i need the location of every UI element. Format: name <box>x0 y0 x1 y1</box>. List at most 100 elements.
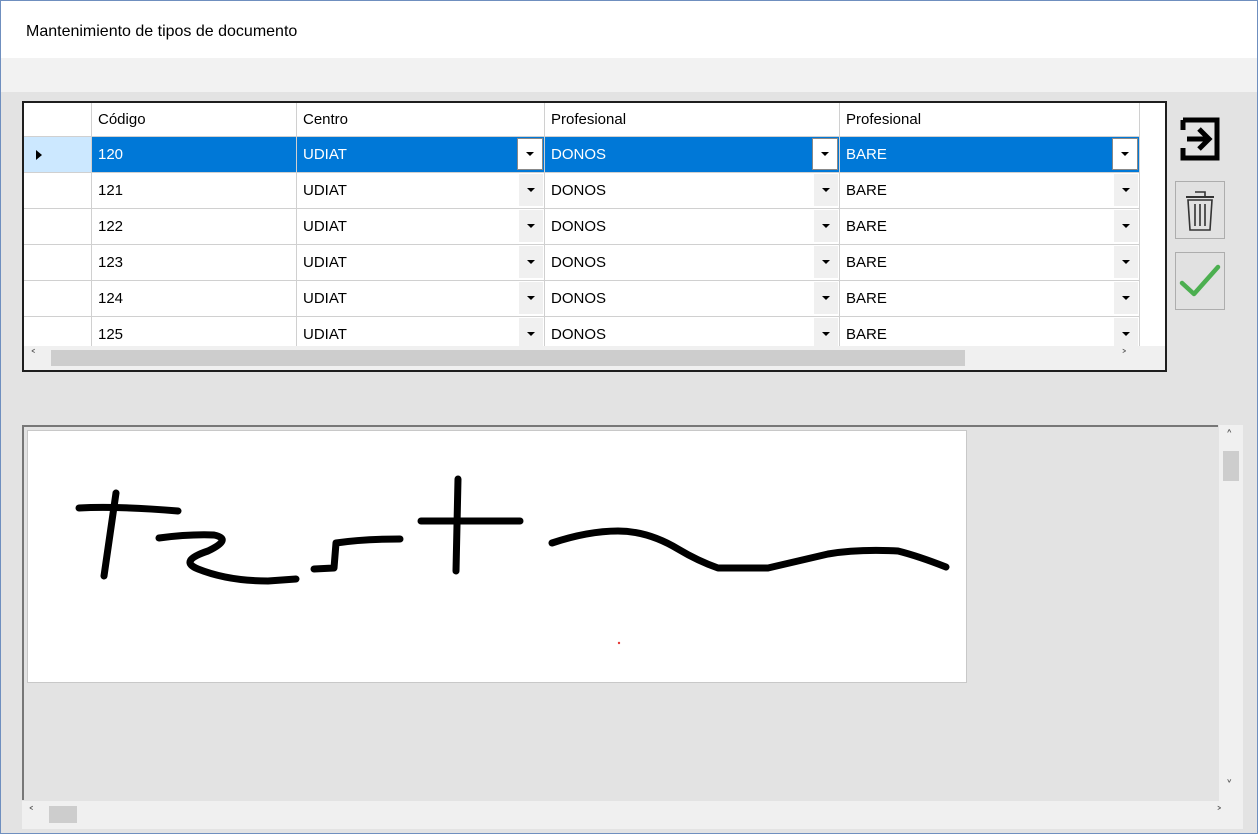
column-header-profesional-1[interactable]: Profesional <box>545 103 840 137</box>
cell-centro-value: UDIAT <box>303 146 347 163</box>
delete-button[interactable] <box>1175 181 1225 239</box>
cell-codigo-value: 122 <box>98 218 124 235</box>
cell-profesional-1[interactable]: DONOS <box>545 173 840 209</box>
grid-hscroll-thumb[interactable] <box>51 350 965 366</box>
document-types-grid[interactable]: Código Centro Profesional Profesional 12… <box>22 101 1167 372</box>
cell-codigo[interactable]: 121 <box>92 173 297 209</box>
cell-profesional-2-value: BARE <box>846 182 887 199</box>
scroll-left-icon[interactable]: ˂ <box>30 349 37 364</box>
grid-horizontal-scrollbar[interactable]: ˂ ˃ <box>24 346 1165 370</box>
dropdown-arrow-icon[interactable] <box>1114 210 1138 242</box>
cell-profesional-1[interactable]: DONOS <box>545 209 840 245</box>
cell-profesional-2-value: BARE <box>846 290 887 307</box>
cell-profesional-2[interactable]: BARE <box>840 173 1140 209</box>
row-header[interactable] <box>24 137 92 173</box>
cell-profesional-1-value: DONOS <box>551 182 607 199</box>
column-header-centro[interactable]: Centro <box>297 103 545 137</box>
cell-centro[interactable]: UDIAT <box>297 137 545 173</box>
cell-centro[interactable]: UDIAT <box>297 281 545 317</box>
cell-profesional-1[interactable]: DONOS <box>545 281 840 317</box>
cell-codigo[interactable]: 123 <box>92 245 297 281</box>
cell-profesional-2[interactable]: BARE <box>840 245 1140 281</box>
sig-scroll-up-icon[interactable]: ˄ <box>1226 429 1233 444</box>
cell-profesional-1-value: DONOS <box>551 218 607 235</box>
cell-profesional-2[interactable]: BARE <box>840 209 1140 245</box>
dropdown-arrow-icon[interactable] <box>519 174 543 206</box>
dropdown-arrow-icon[interactable] <box>812 138 838 170</box>
dropdown-arrow-icon[interactable] <box>814 282 838 314</box>
checkmark-icon <box>1179 264 1221 297</box>
cell-profesional-1-value: DONOS <box>551 146 607 163</box>
cell-centro[interactable]: UDIAT <box>297 245 545 281</box>
cell-profesional-2[interactable]: BARE <box>840 281 1140 317</box>
signature-vertical-scrollbar[interactable]: ˄ ˅ <box>1219 425 1243 801</box>
dropdown-arrow-icon[interactable] <box>519 210 543 242</box>
dropdown-arrow-icon[interactable] <box>1114 246 1138 278</box>
row-header[interactable] <box>24 245 92 281</box>
row-header[interactable] <box>24 281 92 317</box>
cell-profesional-1-value: DONOS <box>551 326 607 343</box>
cell-codigo-value: 121 <box>98 182 124 199</box>
signature-horizontal-scrollbar[interactable]: ˂ ˃ <box>22 801 1243 829</box>
exit-arrow-icon <box>1180 117 1220 161</box>
signature-drawing <box>75 475 950 645</box>
scroll-right-icon[interactable]: ˃ <box>1121 349 1128 364</box>
cell-profesional-2-value: BARE <box>846 146 887 163</box>
cell-codigo-value: 124 <box>98 290 124 307</box>
cell-profesional-1-value: DONOS <box>551 254 607 271</box>
dropdown-arrow-icon[interactable] <box>1114 282 1138 314</box>
title-bar: Mantenimiento de tipos de documento <box>1 1 1257 58</box>
trash-icon <box>1186 191 1214 231</box>
cell-profesional-1-value: DONOS <box>551 290 607 307</box>
table-row[interactable]: 122 UDIAT DONOS BARE <box>24 209 1165 245</box>
dropdown-arrow-icon[interactable] <box>1114 174 1138 206</box>
dropdown-arrow-icon[interactable] <box>814 174 838 206</box>
cell-centro-value: UDIAT <box>303 326 347 343</box>
dropdown-arrow-icon[interactable] <box>519 282 543 314</box>
column-header-profesional-2[interactable]: Profesional <box>840 103 1140 137</box>
sig-vscroll-thumb[interactable] <box>1223 451 1239 481</box>
dropdown-arrow-icon[interactable] <box>814 210 838 242</box>
cell-profesional-2-value: BARE <box>846 254 887 271</box>
toolbar-band <box>1 58 1257 92</box>
cell-centro[interactable]: UDIAT <box>297 173 545 209</box>
sig-scroll-left-icon[interactable]: ˂ <box>28 806 35 821</box>
cell-profesional-2-value: BARE <box>846 326 887 343</box>
table-row[interactable]: 124 UDIAT DONOS BARE <box>24 281 1165 317</box>
grid-vertical-scrollbar[interactable]: ˄ ˅ <box>1166 103 1167 346</box>
cell-profesional-2-value: BARE <box>846 218 887 235</box>
exit-button[interactable] <box>1175 110 1225 168</box>
column-header-codigo[interactable]: Código <box>92 103 297 137</box>
cell-codigo-value: 120 <box>98 146 124 163</box>
sig-scroll-down-icon[interactable]: ˅ <box>1226 779 1233 794</box>
scroll-corner <box>1166 346 1167 370</box>
signature-canvas[interactable] <box>27 430 967 683</box>
table-row[interactable]: 121 UDIAT DONOS BARE <box>24 173 1165 209</box>
table-row[interactable]: 123 UDIAT DONOS BARE <box>24 245 1165 281</box>
dropdown-arrow-icon[interactable] <box>517 138 543 170</box>
cell-profesional-2[interactable]: BARE <box>840 137 1140 173</box>
sig-scroll-right-icon[interactable]: ˃ <box>1216 806 1223 821</box>
header-corner <box>24 103 92 137</box>
cell-centro-value: UDIAT <box>303 290 347 307</box>
cell-profesional-1[interactable]: DONOS <box>545 245 840 281</box>
dropdown-arrow-icon[interactable] <box>519 246 543 278</box>
cell-centro-value: UDIAT <box>303 254 347 271</box>
cell-codigo[interactable]: 124 <box>92 281 297 317</box>
row-header[interactable] <box>24 209 92 245</box>
window-title: Mantenimiento de tipos de documento <box>26 23 298 40</box>
cell-profesional-1[interactable]: DONOS <box>545 137 840 173</box>
row-header[interactable] <box>24 173 92 209</box>
cell-centro-value: UDIAT <box>303 182 347 199</box>
cell-codigo[interactable]: 120 <box>92 137 297 173</box>
dropdown-arrow-icon[interactable] <box>1112 138 1138 170</box>
table-row[interactable]: 120 UDIAT DONOS BARE <box>24 137 1165 173</box>
cell-codigo[interactable]: 122 <box>92 209 297 245</box>
cell-centro-value: UDIAT <box>303 218 347 235</box>
cell-codigo-value: 125 <box>98 326 124 343</box>
sig-hscroll-thumb[interactable] <box>49 806 77 823</box>
save-button[interactable] <box>1175 252 1225 310</box>
cell-centro[interactable]: UDIAT <box>297 209 545 245</box>
current-row-arrow-icon <box>36 149 42 160</box>
dropdown-arrow-icon[interactable] <box>814 246 838 278</box>
